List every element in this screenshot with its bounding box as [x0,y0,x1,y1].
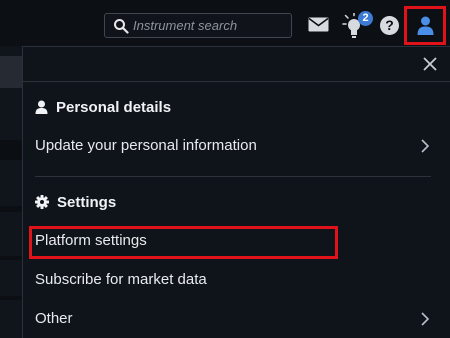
background-row [0,56,22,88]
chevron-right-icon [421,139,430,153]
section-title: Settings [57,193,117,211]
person-icon [35,100,48,114]
search-icon [114,19,129,34]
menu-item-label: Subscribe for market data [35,271,207,288]
background-row [0,256,22,260]
background-row [0,140,22,160]
notifications-badge: 2 [358,11,373,26]
account-dropdown-panel: Personal details Update your personal in… [22,46,450,338]
background-row [0,296,22,300]
menu-item-subscribe-market-data[interactable]: Subscribe for market data [35,269,435,291]
chevron-right-icon [421,312,430,326]
menu-item-label: Update your personal information [35,137,257,154]
menu-item-update-personal-info[interactable]: Update your personal information [35,135,435,157]
personal-details-heading: Personal details [35,97,171,117]
menu-item-label: Other [35,310,73,327]
highlight-box [29,226,338,259]
instrument-search[interactable] [104,13,292,38]
background-page [0,46,22,338]
section-title: Personal details [56,98,172,116]
search-input[interactable] [133,16,287,35]
mail-icon[interactable] [308,17,329,32]
gear-icon [35,195,49,209]
settings-heading: Settings [35,192,116,212]
user-icon [417,16,434,35]
section-divider [35,176,431,177]
top-bar: 2 ? [0,0,450,46]
close-icon[interactable] [421,55,439,73]
background-row [0,206,22,212]
help-icon[interactable]: ? [380,16,399,35]
menu-item-other[interactable]: Other [35,308,435,330]
header-divider [23,81,450,82]
user-menu-button[interactable] [404,6,446,45]
